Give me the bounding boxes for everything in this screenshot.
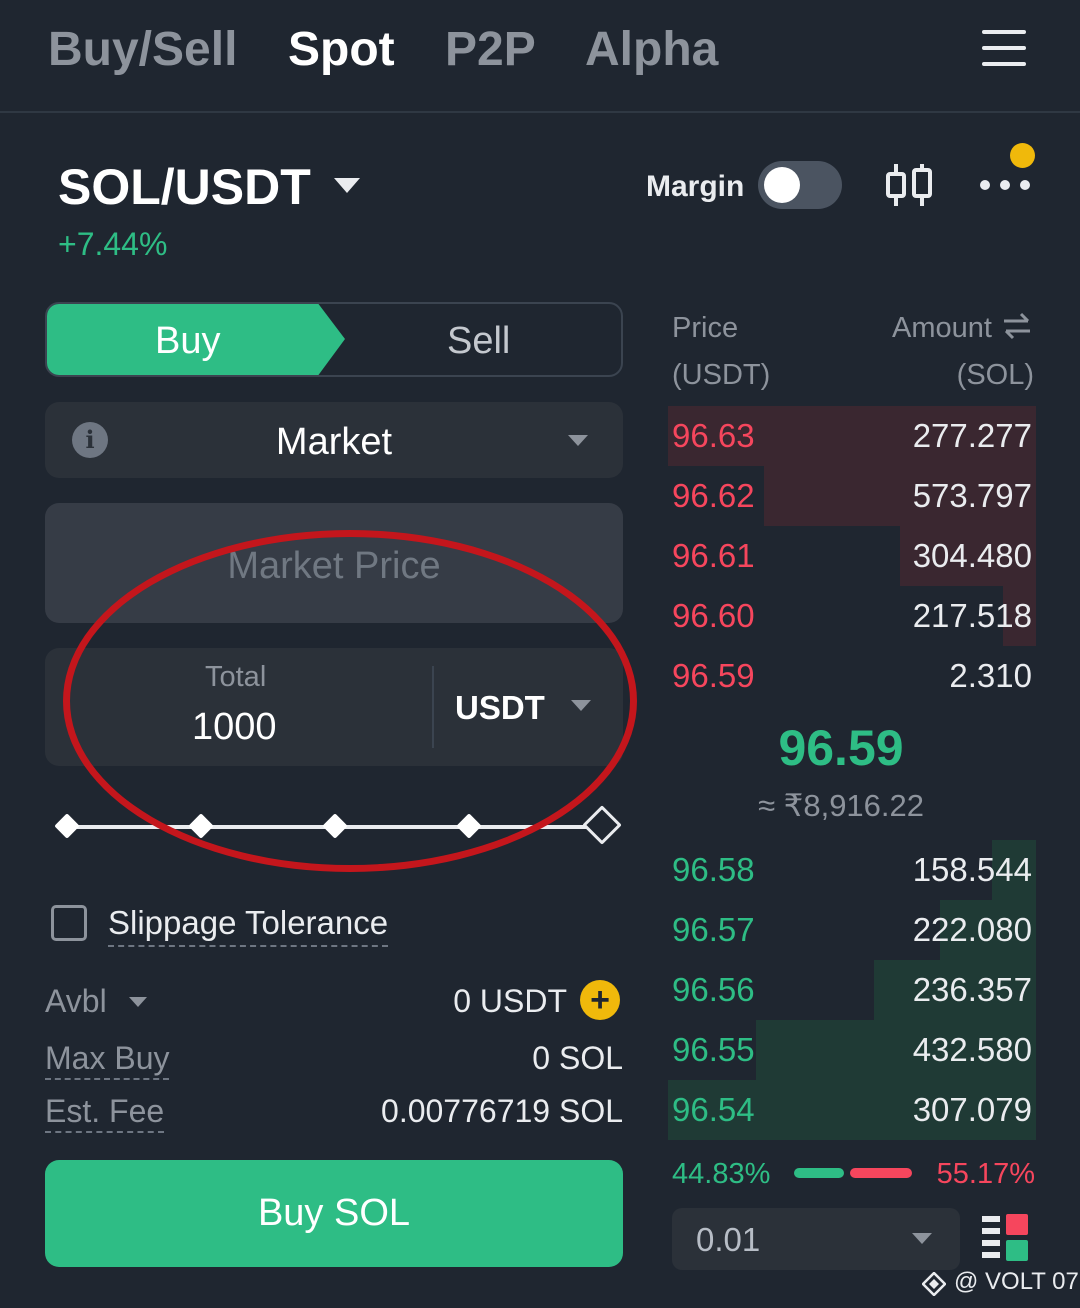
amount-unit: (SOL) [956, 359, 1034, 391]
ask-row[interactable]: 96.59 2.310 [668, 646, 1036, 706]
candlestick-chart-icon[interactable] [884, 162, 934, 208]
tab-p2p[interactable]: P2P [445, 22, 536, 78]
last-price[interactable]: 96.59 [668, 718, 1014, 778]
sell-ratio-bar [850, 1168, 912, 1178]
buy-sell-toggle: Buy Sell [45, 302, 623, 377]
avbl-row: Avbl 0 USDT + [45, 980, 623, 1025]
ask-row[interactable]: 96.60 217.518 [668, 586, 1036, 646]
bid-price: 96.57 [672, 911, 755, 948]
bid-price: 96.54 [672, 1091, 755, 1128]
chevron-down-icon [912, 1233, 932, 1244]
slippage-label[interactable]: Slippage Tolerance [108, 903, 389, 947]
chevron-down-icon[interactable] [129, 997, 147, 1007]
ask-price: 96.59 [672, 657, 755, 694]
ask-price: 96.62 [672, 477, 755, 514]
add-funds-icon[interactable]: + [580, 980, 620, 1020]
buy-ratio: 44.83% [672, 1158, 771, 1190]
max-buy-row: Max Buy 0 SOL [45, 1038, 623, 1082]
ask-amount: 304.480 [912, 537, 1032, 574]
bid-amount: 222.080 [912, 911, 1032, 948]
notification-dot [1010, 143, 1035, 168]
order-book-layout-icon[interactable] [982, 1214, 1028, 1262]
bid-amount: 236.357 [912, 971, 1032, 1008]
bid-row[interactable]: 96.54 307.079 [668, 1080, 1036, 1140]
ask-amount: 573.797 [912, 477, 1032, 514]
slider-step-100[interactable] [582, 805, 622, 845]
price-unit: (USDT) [672, 359, 771, 391]
fee-row: Est. Fee 0.00776719 SOL [45, 1091, 623, 1135]
tab-spot[interactable]: Spot [288, 22, 395, 78]
tab-alpha[interactable]: Alpha [585, 22, 718, 78]
ask-price: 96.61 [672, 537, 755, 574]
pair-title[interactable]: SOL/USDT [58, 158, 311, 216]
ask-price: 96.60 [672, 597, 755, 634]
bid-row[interactable]: 96.55 432.580 [668, 1020, 1036, 1080]
bid-price: 96.58 [672, 851, 755, 888]
tab-buy-sell[interactable]: Buy/Sell [48, 22, 237, 78]
pair-dropdown-icon[interactable] [334, 178, 360, 193]
ask-amount: 2.310 [949, 657, 1032, 694]
sell-tab[interactable]: Sell [447, 318, 510, 364]
precision-value: 0.01 [696, 1221, 761, 1258]
hamburger-menu-icon[interactable] [980, 28, 1028, 68]
buy-ratio-bar [794, 1168, 844, 1178]
ask-price: 96.63 [672, 417, 755, 454]
toggle-knob [764, 167, 800, 203]
more-dots-icon[interactable] [980, 176, 1030, 194]
swap-icon[interactable] [1002, 311, 1032, 341]
buy-button-label: Buy SOL [257, 1192, 411, 1234]
amount-header: Amount [892, 312, 992, 344]
bid-price: 96.56 [672, 971, 755, 1008]
max-buy-label[interactable]: Max Buy [45, 1038, 170, 1080]
max-buy-value: 0 SOL [532, 1040, 623, 1076]
ask-row[interactable]: 96.63 277.277 [668, 406, 1036, 466]
order-type-select[interactable]: i Market [45, 402, 623, 478]
ask-amount: 217.518 [912, 597, 1032, 634]
price-header: Price [672, 312, 739, 344]
price-change: +7.44% [58, 226, 168, 262]
avbl-value: 0 USDT [453, 983, 567, 1019]
margin-label: Margin [646, 170, 745, 203]
ask-amount: 277.277 [912, 417, 1032, 454]
buy-sol-button[interactable]: Buy SOL [45, 1160, 623, 1267]
bid-row[interactable]: 96.58 158.544 [668, 840, 1036, 900]
bid-row[interactable]: 96.57 222.080 [668, 900, 1036, 960]
bid-price: 96.55 [672, 1031, 755, 1068]
bid-amount: 307.079 [912, 1091, 1032, 1128]
precision-select[interactable]: 0.01 [672, 1208, 960, 1270]
order-type-label: Market [275, 421, 393, 463]
slippage-checkbox[interactable] [51, 905, 87, 941]
fee-value: 0.00776719 SOL [381, 1093, 623, 1129]
chevron-down-icon [568, 435, 588, 446]
fee-label[interactable]: Est. Fee [45, 1091, 165, 1133]
bid-amount: 432.580 [912, 1031, 1032, 1068]
ask-row[interactable]: 96.62 573.797 [668, 466, 1036, 526]
watermark-text: @ VOLT 07 [954, 1268, 1079, 1295]
bid-amount: 158.544 [912, 851, 1032, 888]
sell-ratio: 55.17% [936, 1158, 1035, 1190]
buy-tab-label[interactable]: Buy [155, 318, 220, 364]
ask-row[interactable]: 96.61 304.480 [668, 526, 1036, 586]
watermark-logo-icon [922, 1272, 946, 1296]
fiat-price: ≈ ₹8,916.22 [757, 788, 925, 823]
annotation-ellipse [63, 530, 637, 872]
avbl-label[interactable]: Avbl [45, 981, 107, 1021]
top-nav: Buy/Sell Spot P2P Alpha [0, 0, 1080, 113]
margin-toggle[interactable] [758, 161, 842, 209]
bid-row[interactable]: 96.56 236.357 [668, 960, 1036, 1020]
slider-step-0[interactable] [54, 813, 80, 839]
